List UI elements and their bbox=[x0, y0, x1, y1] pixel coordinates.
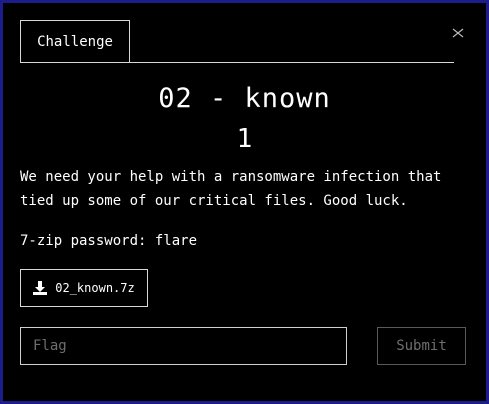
challenge-title: 02 - known bbox=[158, 83, 331, 114]
download-file-button[interactable]: 02_known.7z bbox=[20, 269, 148, 307]
challenge-modal: Challenge 02 - known 1 We need your help… bbox=[3, 3, 486, 401]
tab-bar: Challenge bbox=[20, 20, 454, 63]
description-line: We need your help with a ransomware infe… bbox=[20, 169, 442, 185]
submit-button[interactable]: Submit bbox=[377, 327, 466, 365]
description-line: tied up some of our critical files. Good… bbox=[20, 193, 408, 209]
download-icon bbox=[33, 281, 48, 295]
flag-input[interactable] bbox=[20, 327, 347, 365]
close-icon[interactable] bbox=[451, 25, 465, 39]
challenge-value: 1 bbox=[236, 124, 253, 154]
tab-challenge[interactable]: Challenge bbox=[20, 20, 130, 62]
file-name: 02_known.7z bbox=[55, 281, 135, 295]
password-text: 7-zip password: flare bbox=[20, 233, 198, 249]
challenge-description: We need your help with a ransomware infe… bbox=[20, 165, 470, 213]
